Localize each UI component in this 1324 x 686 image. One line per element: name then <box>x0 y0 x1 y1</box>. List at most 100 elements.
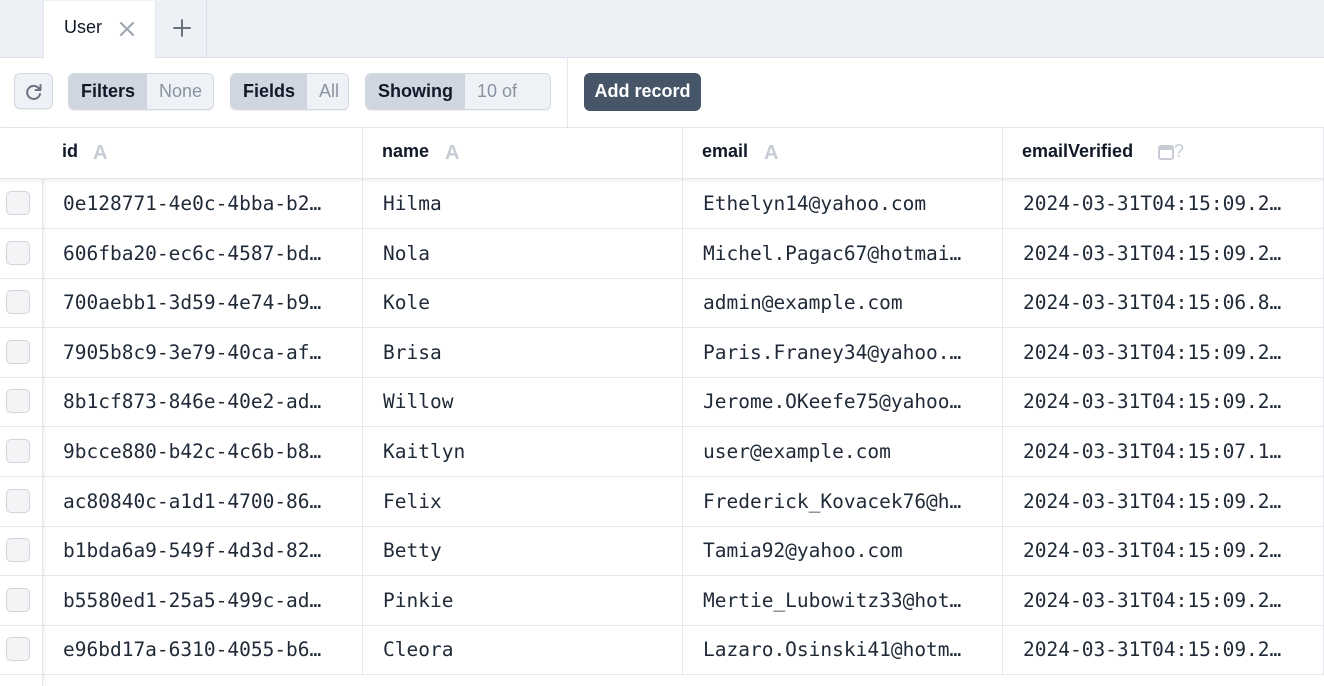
cell-text: Frederick_Kovacek76@h… <box>703 490 962 513</box>
cell-text: Lazaro.Osinski41@hotm… <box>703 638 962 661</box>
table-row[interactable]: ac80840c-a1d1-4700-86… Felix Frederick_K… <box>0 477 1324 527</box>
table-row[interactable]: 9bcce880-b42c-4c6b-b8… Kaitlyn user@exam… <box>0 427 1324 477</box>
cell-id[interactable]: b5580ed1-25a5-499c-ad… <box>43 576 363 625</box>
column-header-emailverified[interactable]: emailVerified ? <box>1003 128 1324 179</box>
toolbar: Filters None Fields All Showing 10 of 10… <box>0 58 1324 128</box>
cell-text: 2024-03-31T04:15:09.2… <box>1023 341 1282 364</box>
fields-button[interactable]: Fields All <box>230 73 349 110</box>
table-row[interactable]: b1bda6a9-549f-4d3d-82… Betty Tamia92@yah… <box>0 526 1324 576</box>
filters-button[interactable]: Filters None <box>68 73 214 110</box>
cell-name[interactable]: Betty <box>363 526 683 575</box>
refresh-button[interactable] <box>14 73 53 109</box>
column-header-email[interactable]: email A <box>683 128 1003 179</box>
cell-emailverified[interactable]: 2024-03-31T04:15:09.2… <box>1003 477 1324 526</box>
cell-name[interactable]: Kaitlyn <box>363 427 683 476</box>
cell-text: 2024-03-31T04:15:09.2… <box>1023 390 1282 413</box>
table-row[interactable]: 606fba20-ec6c-4587-bd… Nola Michel.Pagac… <box>0 229 1324 279</box>
calendar-icon <box>1158 144 1174 165</box>
column-label: emailVerified <box>1022 141 1134 161</box>
cell-text: 606fba20-ec6c-4587-bd… <box>63 242 322 265</box>
cell-text: Kaitlyn <box>383 440 466 463</box>
add-record-button[interactable]: Add record <box>584 73 701 111</box>
row-checkbox[interactable] <box>6 340 30 364</box>
column-header-id[interactable]: id A <box>43 128 363 179</box>
cell-name[interactable]: Willow <box>363 377 683 426</box>
cell-email[interactable]: Tamia92@yahoo.com <box>683 526 1003 575</box>
cell-email[interactable]: Frederick_Kovacek76@h… <box>683 477 1003 526</box>
table-row[interactable]: 8b1cf873-846e-40e2-ad… Willow Jerome.OKe… <box>0 377 1324 427</box>
row-checkbox[interactable] <box>6 588 30 612</box>
cell-text: 2024-03-31T04:15:09.2… <box>1023 638 1282 661</box>
row-checkbox[interactable] <box>6 637 30 661</box>
column-label: email <box>702 141 749 161</box>
cell-emailverified[interactable]: 2024-03-31T04:15:09.2… <box>1003 179 1324 228</box>
row-checkbox[interactable] <box>6 290 30 314</box>
row-checkbox[interactable] <box>6 241 30 265</box>
showing-button[interactable]: Showing 10 of 10 <box>365 73 551 110</box>
cell-id[interactable]: e96bd17a-6310-4055-b6… <box>43 625 363 674</box>
cell-id[interactable]: 0e128771-4e0c-4bba-b2… <box>43 179 363 228</box>
cell-text: Tamia92@yahoo.com <box>703 539 903 562</box>
table-row[interactable]: 700aebb1-3d59-4e74-b9… Kole admin@exampl… <box>0 278 1324 328</box>
cell-text: 2024-03-31T04:15:09.2… <box>1023 490 1282 513</box>
cell-email[interactable]: Paris.Franey34@yahoo.… <box>683 328 1003 377</box>
cell-name[interactable]: Hilma <box>363 179 683 228</box>
cell-text: 7905b8c9-3e79-40ca-af… <box>63 341 322 364</box>
cell-text: b1bda6a9-549f-4d3d-82… <box>63 539 322 562</box>
close-icon[interactable] <box>116 18 138 40</box>
cell-text: Hilma <box>383 192 442 215</box>
cell-emailverified[interactable]: 2024-03-31T04:15:07.1… <box>1003 427 1324 476</box>
cell-name[interactable]: Pinkie <box>363 576 683 625</box>
row-checkbox[interactable] <box>6 489 30 513</box>
cell-emailverified[interactable]: 2024-03-31T04:15:06.8… <box>1003 278 1324 327</box>
cell-id[interactable]: 8b1cf873-846e-40e2-ad… <box>43 377 363 426</box>
row-checkbox[interactable] <box>6 538 30 562</box>
column-label: id <box>62 141 78 161</box>
cell-emailverified[interactable]: 2024-03-31T04:15:09.2… <box>1003 377 1324 426</box>
cell-emailverified[interactable]: 2024-03-31T04:15:09.2… <box>1003 229 1324 278</box>
cell-id[interactable]: 7905b8c9-3e79-40ca-af… <box>43 328 363 377</box>
row-checkbox[interactable] <box>6 191 30 215</box>
filters-value: None <box>147 74 213 109</box>
row-checkbox[interactable] <box>6 439 30 463</box>
cell-email[interactable]: Mertie_Lubowitz33@hot… <box>683 576 1003 625</box>
tab-user[interactable]: User <box>43 1 156 58</box>
add-tab-button[interactable] <box>157 1 207 57</box>
cell-email[interactable]: Michel.Pagac67@hotmai… <box>683 229 1003 278</box>
table-row[interactable]: 7905b8c9-3e79-40ca-af… Brisa Paris.Frane… <box>0 328 1324 378</box>
cell-text: user@example.com <box>703 440 891 463</box>
column-label: name <box>382 141 430 161</box>
cell-text: 2024-03-31T04:15:09.2… <box>1023 192 1282 215</box>
cell-text: Mertie_Lubowitz33@hot… <box>703 589 962 612</box>
cell-id[interactable]: 9bcce880-b42c-4c6b-b8… <box>43 427 363 476</box>
cell-email[interactable]: user@example.com <box>683 427 1003 476</box>
cell-emailverified[interactable]: 2024-03-31T04:15:09.2… <box>1003 526 1324 575</box>
table-row[interactable]: e96bd17a-6310-4055-b6… Cleora Lazaro.Osi… <box>0 625 1324 675</box>
cell-id[interactable]: 606fba20-ec6c-4587-bd… <box>43 229 363 278</box>
cell-id[interactable]: b1bda6a9-549f-4d3d-82… <box>43 526 363 575</box>
cell-id[interactable]: ac80840c-a1d1-4700-86… <box>43 477 363 526</box>
cell-name[interactable]: Nola <box>363 229 683 278</box>
cell-name[interactable]: Felix <box>363 477 683 526</box>
cell-name[interactable]: Brisa <box>363 328 683 377</box>
cell-emailverified[interactable]: 2024-03-31T04:15:09.2… <box>1003 328 1324 377</box>
cell-name[interactable]: Kole <box>363 278 683 327</box>
cell-text: Ethelyn14@yahoo.com <box>703 192 927 215</box>
tab-label: User <box>64 17 103 37</box>
cell-text: admin@example.com <box>703 291 903 314</box>
row-checkbox[interactable] <box>6 389 30 413</box>
text-type-icon: A <box>93 142 108 164</box>
table-row[interactable]: b5580ed1-25a5-499c-ad… Pinkie Mertie_Lub… <box>0 576 1324 626</box>
cell-text: Nola <box>383 242 430 265</box>
cell-email[interactable]: Ethelyn14@yahoo.com <box>683 179 1003 228</box>
cell-email[interactable]: admin@example.com <box>683 278 1003 327</box>
cell-id[interactable]: 700aebb1-3d59-4e74-b9… <box>43 278 363 327</box>
cell-email[interactable]: Lazaro.Osinski41@hotm… <box>683 625 1003 674</box>
cell-email[interactable]: Jerome.OKeefe75@yahoo… <box>683 377 1003 426</box>
column-header-name[interactable]: name A <box>363 128 683 179</box>
table-row[interactable]: 0e128771-4e0c-4bba-b2… Hilma Ethelyn14@y… <box>0 179 1324 229</box>
fields-value: All <box>307 74 348 109</box>
cell-emailverified[interactable]: 2024-03-31T04:15:09.2… <box>1003 625 1324 674</box>
cell-name[interactable]: Cleora <box>363 625 683 674</box>
cell-emailverified[interactable]: 2024-03-31T04:15:09.2… <box>1003 576 1324 625</box>
